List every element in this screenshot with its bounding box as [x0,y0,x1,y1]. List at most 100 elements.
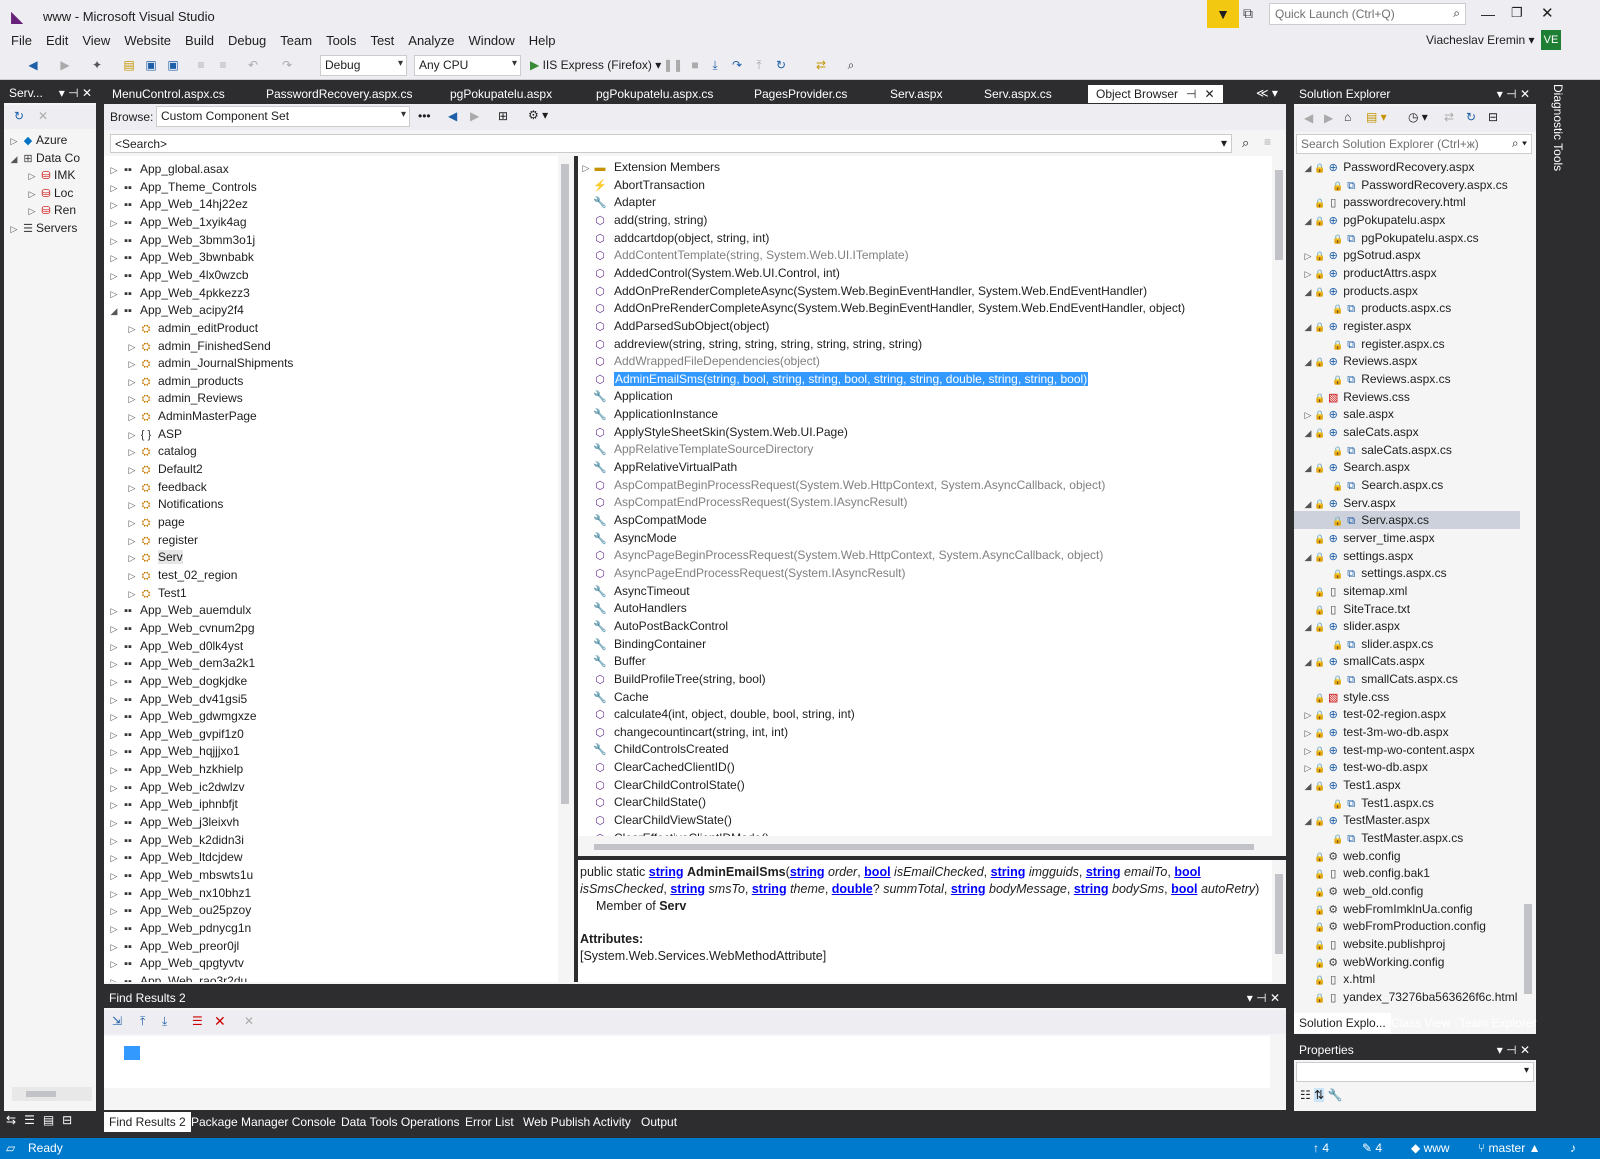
pending-changes-filter-icon[interactable]: ◷ ▾ [1408,110,1428,124]
tool-tab-web-publish-activity[interactable]: Web Publish Activity [518,1112,636,1132]
collapse-arrow-icon[interactable]: ◢ [8,150,20,168]
object-tree-item[interactable]: ▷ ▪▪ App_Web_4lx0wzcb [108,266,249,284]
solution-item[interactable]: ▷ 🔒 ⊕ sale.aspx [1294,405,1520,423]
tab-pgpokupatelu-aspx[interactable]: pgPokupatelu.aspx [442,85,560,103]
expand-arrow-icon[interactable]: ▷ [108,743,120,761]
find-results-header[interactable]: Find Results 2 ▾ ⊣ ✕ [104,988,1286,1008]
collapse-arrow-icon[interactable]: ◢ [1302,653,1314,671]
solution-tab-1[interactable]: Class View [1386,1013,1455,1033]
object-tree-item[interactable]: ▷ ⛭ admin_Reviews [126,389,243,407]
member-item[interactable]: 🔧 AutoPostBackControl [580,617,728,635]
object-browser-search-input[interactable]: <Search> ▾ [110,134,1232,153]
object-tree-item[interactable]: ▷ ⛭ Notifications [126,495,224,513]
expand-arrow-icon[interactable]: ▷ [108,779,120,797]
solution-item[interactable]: 🔒 ⚙ webFromImklnUa.config [1294,900,1520,918]
expand-arrow-icon[interactable]: ▷ [580,159,592,177]
pause-icon[interactable]: ❚❚ [663,56,683,74]
member-item[interactable]: ⬡ AsyncPageBeginProcessRequest(System.Web… [580,546,1103,564]
member-item[interactable]: 🔧 AppRelativeVirtualPath [580,458,737,476]
object-tree-item[interactable]: ▷ ▪▪ App_Web_hqjjjxo1 [108,742,240,760]
solution-item[interactable]: 🔒 ⧉ smallCats.aspx.cs [1294,670,1520,688]
solution-item[interactable]: 🔒 ⊕ server_time.aspx [1294,529,1520,547]
expand-arrow-icon[interactable]: ▷ [26,167,38,185]
comment-icon[interactable]: ≡ [192,56,210,74]
uncomment-icon[interactable]: ≡ [214,56,232,74]
step-out-icon[interactable]: ⤒ [750,56,768,74]
collapse-arrow-icon[interactable]: ◢ [1302,212,1314,230]
solution-item[interactable]: 🔒 ⚙ webFromProduction.config [1294,917,1520,935]
menu-edit[interactable]: Edit [39,30,75,51]
menu-view[interactable]: View [75,30,117,51]
member-item[interactable]: 🔧 BindingContainer [580,635,706,653]
member-item[interactable]: 🔧 AutoHandlers [580,599,687,617]
member-item[interactable]: 🔧 AsyncTimeout [580,582,689,600]
expand-arrow-icon[interactable]: ▷ [126,408,138,426]
solution-item[interactable]: 🔒 ⧉ register.aspx.cs [1294,335,1520,353]
member-item[interactable]: ⬡ AddedControl(System.Web.UI.Control, int… [580,264,840,282]
member-of-link[interactable]: Serv [659,899,686,913]
return-type-link[interactable]: string [649,865,684,879]
solution-item[interactable]: ◢ 🔒 ⊕ settings.aspx [1294,547,1520,565]
collapse-arrow-icon[interactable]: ◢ [1302,618,1314,636]
collapse-arrow-icon[interactable]: ◢ [1302,283,1314,301]
tab-menucontrol-aspx-cs[interactable]: MenuControl.aspx.cs [104,85,233,103]
solution-item[interactable]: ◢ 🔒 ⊕ PasswordRecovery.aspx [1294,158,1520,176]
expand-arrow-icon[interactable]: ▷ [108,267,120,285]
expand-arrow-icon[interactable]: ▷ [26,202,38,220]
expand-arrow-icon[interactable]: ▷ [1302,759,1314,777]
add-reference-icon[interactable]: ⊞ [498,109,508,123]
browser-link-icon[interactable]: ⇄ [812,56,830,74]
server-explorer-item[interactable]: ▷ ☰ Servers [8,219,78,237]
close-window-button[interactable]: ✕ [1541,4,1554,22]
menu-test[interactable]: Test [363,30,401,51]
tab-object-browser[interactable]: Object Browser ⊣ ✕ [1088,85,1223,103]
toolbox-icon[interactable]: ▤ [43,1113,54,1127]
expand-arrow-icon[interactable]: ▷ [108,673,120,691]
solution-item[interactable]: 🔒 ▧ style.css [1294,688,1520,706]
param-type-link[interactable]: bool [1171,882,1197,896]
solution-item[interactable]: ◢ 🔒 ⊕ products.aspx [1294,282,1520,300]
properties-header[interactable]: Properties ▾ ⊣ ✕ [1294,1040,1536,1060]
member-item[interactable]: ⬡ AspCompatBeginProcessRequest(System.Web… [580,476,1105,494]
new-project-icon[interactable]: ✦ [88,56,106,74]
member-item[interactable]: ⬡ calculate4(int, object, double, bool, s… [580,705,855,723]
member-item[interactable]: 🔧 Adapter [580,193,656,211]
solution-item[interactable]: 🔒 ⧉ Search.aspx.cs [1294,476,1520,494]
menu-website[interactable]: Website [117,30,178,51]
expand-arrow-icon[interactable]: ▷ [126,320,138,338]
clear-all-icon[interactable]: ✕ [214,1013,226,1030]
object-tree-item[interactable]: ▷ ▪▪ App_Web_j3leixvh [108,813,240,831]
objects-vertical-scrollbar[interactable] [558,156,572,982]
solution-item[interactable]: 🔒 ⧉ settings.aspx.cs [1294,564,1520,582]
categorized-icon[interactable]: ☷ [1300,1088,1311,1102]
menu-analyze[interactable]: Analyze [401,30,461,51]
object-tree-item[interactable]: ▷ ▪▪ App_Web_ou25pzoy [108,901,252,920]
collapse-arrow-icon[interactable]: ◢ [1302,318,1314,336]
expand-arrow-icon[interactable]: ▷ [108,796,120,814]
expand-arrow-icon[interactable]: ▷ [108,691,120,709]
menu-file[interactable]: File [4,30,39,51]
tool-tab-find-results-2[interactable]: Find Results 2 [104,1112,191,1132]
object-tree-item[interactable]: ▷ ▪▪ App_global.asax [108,160,229,178]
object-tree-item[interactable]: ▷{ } ASP [126,425,182,443]
tab-pgpokupatelu-aspx-cs[interactable]: pgPokupatelu.aspx.cs [588,85,721,103]
expand-arrow-icon[interactable]: ▷ [108,161,120,179]
object-tree-item[interactable]: ▷ ⛭ page [126,513,185,531]
member-item[interactable]: ⬡ BuildProfileTree(string, bool) [580,670,765,688]
expand-arrow-icon[interactable]: ▷ [108,902,120,920]
object-tree-item[interactable]: ▷ ▪▪ App_Web_preor0jl [108,937,240,955]
solution-item[interactable]: 🔒 ⧉ PasswordRecovery.aspx.cs [1294,176,1520,194]
expand-arrow-icon[interactable]: ▷ [108,196,120,214]
member-item[interactable]: ⬡ AspCompatEndProcessRequest(System.IAsyn… [580,493,907,511]
member-item[interactable]: ⬡ add(string, string) [580,211,707,229]
member-item[interactable]: ⬡ ClearChildState() [580,793,706,811]
object-tree-item[interactable]: ▷ ⛭ admin_FinishedSend [126,337,271,355]
stop-icon[interactable]: ✕ [38,109,48,123]
server-explorer-item[interactable]: ◢ ⊞ Data Co [8,149,81,168]
scroll-tabs-icon[interactable]: ≪ ▾ [1256,86,1278,100]
notifications-filter-icon[interactable]: ▼ [1207,0,1239,28]
sql-icon[interactable]: ⊟ [62,1113,72,1127]
find-icon[interactable]: ⌕ [842,56,860,74]
collapse-arrow-icon[interactable]: ◢ [1302,777,1314,795]
solution-item[interactable]: ◢ 🔒 ⊕ slider.aspx [1294,617,1520,635]
